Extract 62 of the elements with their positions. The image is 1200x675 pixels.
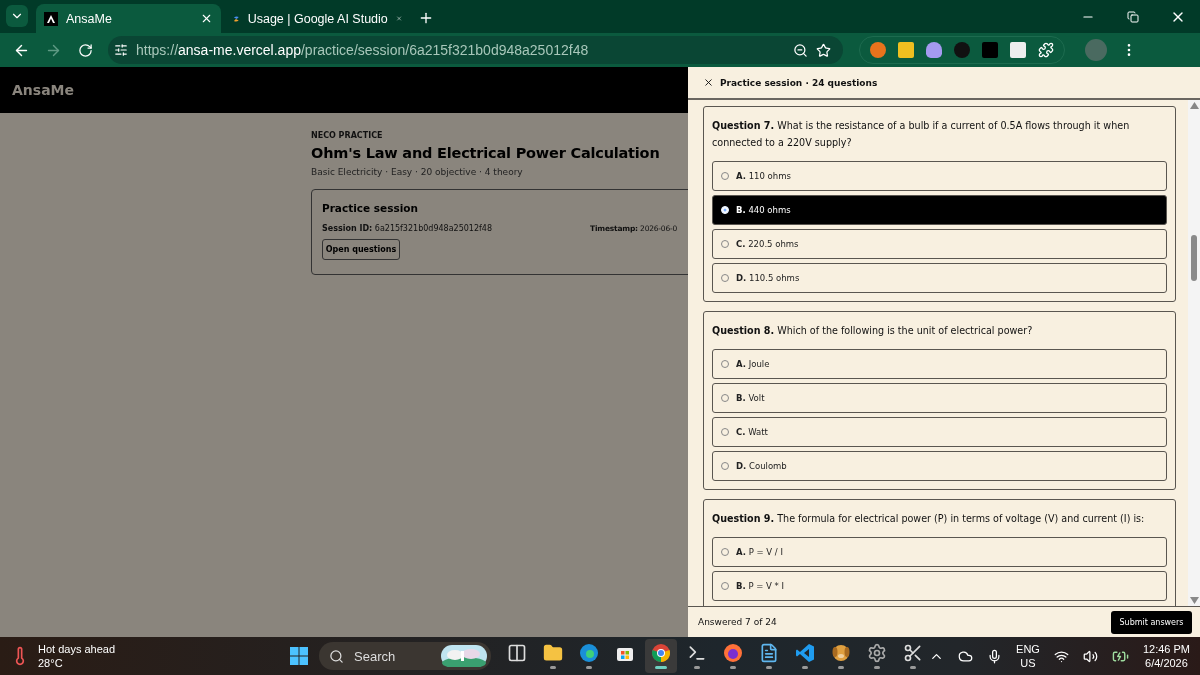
close-icon[interactable] [200, 12, 213, 25]
microphone-icon[interactable] [987, 648, 1003, 664]
answer-option[interactable]: A. Joule [712, 349, 1167, 379]
answer-option[interactable]: D. 110.5 ohms [712, 263, 1167, 293]
taskbar-app[interactable] [645, 639, 678, 673]
session-id: Session ID: 6a215f321b0d948a25012f48 [322, 224, 493, 233]
answer-option[interactable]: D. Coulomb [712, 451, 1167, 481]
extensions-icon[interactable] [1038, 42, 1054, 58]
site-icon [44, 11, 58, 26]
wifi-icon[interactable] [1053, 648, 1069, 664]
settings-icon[interactable] [867, 643, 888, 663]
temperature[interactable]: 28°C [38, 656, 116, 670]
volume-icon[interactable] [1082, 648, 1098, 664]
browser-icon[interactable] [579, 643, 600, 663]
answer-option[interactable]: C. Watt [712, 417, 1167, 447]
progress-text: Answered 7 of 24 [698, 617, 777, 627]
taskbar-search[interactable]: Search [319, 642, 492, 670]
scroll-thumb[interactable] [1191, 235, 1197, 281]
answer-option[interactable]: A. P = V / I [712, 537, 1167, 567]
bookmark-star-icon[interactable] [816, 42, 831, 58]
page-title: Ohm's Law and Electrical Power Calculation [311, 145, 661, 161]
answer-option[interactable]: C. 220.5 ohms [712, 229, 1167, 259]
eyebrow-text: NECO PRACTICE [311, 131, 384, 140]
browser-tab[interactable]: AnsaMe [36, 4, 221, 33]
restore-icon[interactable] [1126, 10, 1139, 23]
question-text: Question 8. Which of the following is the unit of electrical power? [712, 324, 1034, 338]
chrome-icon[interactable] [651, 643, 672, 663]
task-view-icon[interactable] [507, 643, 528, 663]
question-text: Question 9. The formula for electrical power (P) in terms of voltage (V) and current (I) is: [712, 512, 1146, 526]
site-logo[interactable]: AnsaMe [12, 82, 74, 98]
language-text[interactable]: ENG [1016, 642, 1040, 656]
address-bar[interactable]: https://ansa-me.vercel.app/practice/session/6a215f321b0d948a25012f48 [108, 36, 843, 64]
answer-option[interactable]: B. 440 ohms [712, 195, 1167, 225]
weather-title[interactable]: Hot days ahead [38, 642, 116, 656]
submit-button[interactable]: Submit answers [1111, 610, 1192, 634]
close-icon[interactable] [703, 77, 714, 88]
folder-icon[interactable] [543, 643, 564, 663]
reload-icon[interactable] [77, 42, 93, 58]
region-text[interactable]: US [1020, 656, 1036, 670]
dog-icon[interactable] [831, 643, 852, 663]
answer-option[interactable]: B. P = V * I [712, 571, 1167, 601]
site-info-icon[interactable] [114, 43, 128, 57]
answer-option[interactable]: A. 110 ohms [712, 161, 1167, 191]
search-icon[interactable] [329, 648, 345, 664]
clock-date[interactable]: 6/4/2026 [1145, 656, 1188, 670]
answer-option[interactable]: B. Volt [712, 383, 1167, 413]
question-text: Question 7. What is the resistance of a bulb if a current of 0.5A flows through it when connected to a 220V supply? [712, 119, 1131, 150]
new-tab-icon[interactable] [418, 10, 434, 26]
browser-tab[interactable]: Usage | Google AI Studio [225, 4, 410, 33]
zoom-icon[interactable] [793, 42, 808, 58]
drawer-title: Practice session · 24 questions [720, 77, 878, 88]
topic-meta: Basic Electricity · Easy · 20 objective · 4 theory [311, 167, 524, 177]
clock-time[interactable]: 12:46 PM [1142, 642, 1190, 656]
cloud-icon[interactable] [958, 648, 974, 664]
scroll-up-icon[interactable] [1189, 102, 1199, 109]
code-editor-icon[interactable] [795, 643, 816, 663]
card-title: Practice session [322, 202, 419, 214]
open-questions-button[interactable]: Open questions [322, 239, 400, 260]
browser-icon[interactable] [723, 643, 744, 663]
scroll-down-icon[interactable] [1189, 597, 1199, 604]
start-icon[interactable] [289, 646, 310, 666]
url-text: https://ansa-me.vercel.app/practice/session/6a215f321b0d948a25012f48 [136, 42, 590, 58]
